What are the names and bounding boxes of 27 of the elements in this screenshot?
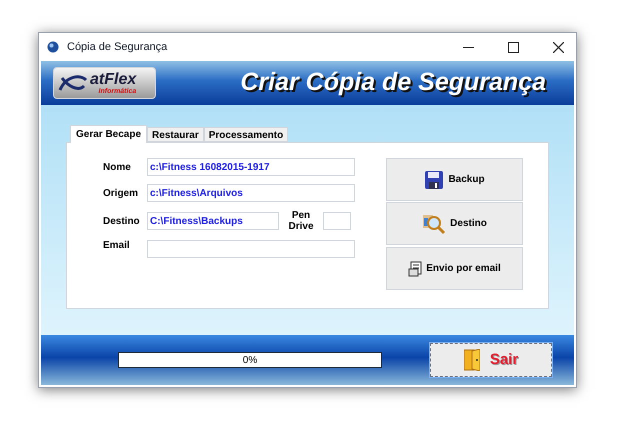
close-icon[interactable]	[553, 42, 564, 52]
field-label: Origem	[103, 186, 140, 200]
field-label: Nome	[103, 160, 132, 174]
action-button[interactable]: Backup	[386, 158, 523, 201]
field-label: Pen Drive	[287, 210, 314, 232]
tab[interactable]: Gerar Becape	[70, 125, 148, 143]
header-title: Criar Cópia de Segurança	[240, 67, 546, 98]
tab[interactable]: Processamento	[204, 127, 288, 142]
door-icon	[464, 349, 480, 371]
input-field[interactable]: c:\Fitness\Arquivos	[147, 184, 355, 202]
field-label: Destino	[103, 214, 141, 228]
maximize-icon[interactable]	[508, 42, 519, 52]
email-field[interactable]	[147, 240, 355, 258]
field-label: Email	[103, 238, 131, 252]
magnifier-icon	[422, 212, 446, 234]
action-button[interactable]: Envio por email	[386, 247, 523, 290]
action-button[interactable]: Destino	[386, 202, 523, 245]
tab[interactable]: Restaurar	[147, 127, 204, 142]
progress-text: 0%	[242, 354, 258, 367]
input-field[interactable]: c:\Fitness 16082015-1917	[147, 158, 355, 176]
globe-icon	[47, 41, 59, 53]
exit-button[interactable]: Sair	[430, 343, 552, 377]
pen-drive-field[interactable]	[323, 212, 351, 230]
logo-name: atFlex	[90, 72, 136, 88]
window-title: Cópia de Segurança	[67, 40, 168, 55]
input-field[interactable]: C:\Fitness\Backups	[147, 212, 279, 230]
document-icon	[408, 260, 422, 276]
